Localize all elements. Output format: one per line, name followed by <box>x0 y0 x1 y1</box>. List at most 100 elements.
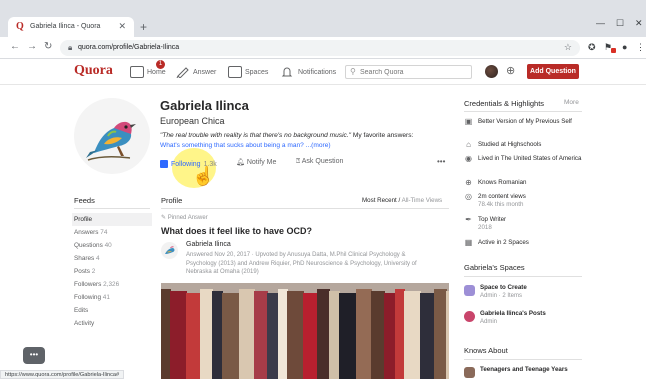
url-field[interactable]: 🔒︎ quora.com/profile/Gabriela-Ilinca ☆ <box>60 40 580 56</box>
topic-name: Teenagers and Teenage Years <box>480 366 568 373</box>
feeds-list: Profile Answers 74 Questions 40 Shares 4… <box>72 213 152 330</box>
home-icon <box>130 66 144 78</box>
sort-most-recent[interactable]: Most Recent <box>362 197 397 204</box>
ask-label: Ask Question <box>301 158 344 165</box>
space-item[interactable]: Gabriela Ilinca's Posts Admin <box>464 310 586 330</box>
content-divider <box>161 208 449 209</box>
bio-answer-link[interactable]: What's something that sucks about being … <box>160 142 304 149</box>
feed-count: 2 <box>91 268 96 275</box>
browser-tab[interactable]: Q Gabriela Ilinca - Quora ✕ <box>8 17 134 37</box>
close-window-icon[interactable]: ✕ <box>635 18 643 29</box>
garment-shape <box>317 289 330 379</box>
follow-icon <box>160 160 168 168</box>
garment-shape <box>303 293 318 379</box>
chat-dots-button[interactable]: ••• <box>23 347 45 364</box>
garment-shape <box>339 293 357 379</box>
feed-item-following[interactable]: Following 41 <box>72 291 152 304</box>
credential-education: ⌂ Studied at Highschools <box>464 141 586 149</box>
feed-count: 40 <box>104 242 112 249</box>
forward-icon[interactable]: → <box>27 41 37 52</box>
feed-item-shares[interactable]: Shares 4 <box>72 252 152 265</box>
answer-image[interactable] <box>161 283 449 379</box>
credential-employment: ▣ Better Version of My Previous Self <box>464 118 586 126</box>
garment-shape <box>356 289 372 379</box>
question-title[interactable]: What does it feel like to have OCD? <box>161 226 312 236</box>
feed-item-followers[interactable]: Followers 2,326 <box>72 278 152 291</box>
bookmark-star-icon[interactable]: ☆ <box>564 42 572 53</box>
add-question-button[interactable]: Add Question <box>527 64 579 79</box>
garment-shape <box>170 291 187 379</box>
extension-icon[interactable]: ✪ <box>588 42 596 53</box>
topic-item[interactable]: Teenagers and Teenage Years <box>464 366 586 379</box>
credential-text: Studied at Highschools <box>478 141 542 148</box>
spaces-icon <box>228 66 242 78</box>
new-tab-icon[interactable]: + <box>140 20 147 34</box>
nav-notifications-label: Notifications <box>298 68 337 76</box>
reload-icon[interactable]: ↻ <box>44 41 52 52</box>
account-icon[interactable]: ● <box>622 42 627 52</box>
space-subtext: Admin <box>480 319 498 325</box>
feed-item-answers[interactable]: Answers 74 <box>72 226 152 239</box>
feed-count: 4 <box>96 255 100 262</box>
feed-item-activity[interactable]: Activity <box>72 317 152 330</box>
credentials-more-link[interactable]: More <box>564 99 579 106</box>
globe-icon: ⊕ <box>465 178 472 187</box>
credentials-divider <box>464 111 582 112</box>
search-box[interactable]: ⚲ <box>345 65 472 79</box>
tab-title: Gabriela Ilinca - Quora <box>30 23 101 30</box>
answer-author-name[interactable]: Gabriela Ilinca <box>186 241 231 248</box>
bell-icon: 🔔︎ <box>236 159 247 166</box>
credential-location: ◉ Lived in The United States of America <box>464 155 586 163</box>
garment-shape <box>371 291 385 379</box>
nav-answer[interactable]: Answer <box>176 65 216 79</box>
feed-label: Profile <box>74 216 93 223</box>
feed-item-questions[interactable]: Questions 40 <box>72 239 152 252</box>
quora-logo[interactable]: Quora <box>74 63 113 79</box>
tab-close-icon[interactable]: ✕ <box>118 21 126 32</box>
credential-text: Knows Romanian <box>478 179 527 186</box>
spaces-divider <box>464 276 582 277</box>
answer-author-avatar[interactable] <box>161 242 178 259</box>
garment-shape <box>434 289 447 379</box>
feed-item-posts[interactable]: Posts 2 <box>72 265 152 278</box>
bio-text: My favorite answers: <box>351 132 414 139</box>
feed-item-edits[interactable]: Edits <box>72 304 152 317</box>
user-avatar[interactable] <box>485 65 498 78</box>
address-bar: ← → ↻ 🔒︎ quora.com/profile/Gabriela-Ilin… <box>0 37 646 59</box>
graduation-cap-icon: ⌂ <box>466 140 471 149</box>
garment-shape <box>161 289 171 379</box>
profile-photo[interactable] <box>74 98 150 174</box>
menu-dots-icon[interactable]: ⋮ <box>636 42 645 53</box>
back-icon[interactable]: ← <box>10 41 20 52</box>
eye-icon: ◎ <box>465 192 472 201</box>
garment-shape <box>278 289 288 379</box>
feed-label: Following <box>74 294 101 301</box>
sort-all-time[interactable]: All-Time Views <box>402 197 443 204</box>
search-input[interactable] <box>360 67 468 77</box>
garment-shape <box>212 291 223 379</box>
garment-shape <box>254 291 268 379</box>
topic-icon <box>464 367 475 378</box>
minimize-icon[interactable]: — <box>596 18 605 28</box>
maximize-icon[interactable]: ☐ <box>616 18 624 29</box>
feed-item-profile[interactable]: Profile <box>72 213 152 226</box>
nav-notifications[interactable]: Notifications <box>281 65 336 79</box>
bio-more-link[interactable]: ...(more) <box>304 142 331 149</box>
notification-badge: 1 <box>156 60 165 69</box>
feed-label: Followers <box>74 281 102 288</box>
bird-avatar-icon <box>165 246 175 254</box>
space-name: Gabriela Ilinca's Posts <box>480 310 546 317</box>
credential-subtext: 2018 <box>478 224 492 231</box>
globe-icon[interactable]: ⊕ <box>506 64 515 77</box>
notify-me-button[interactable]: 🔔︎ Notify Me <box>236 158 276 166</box>
nav-spaces[interactable]: Spaces <box>228 65 268 79</box>
ask-question-button[interactable]: ⍰ Ask Question <box>296 158 343 166</box>
lock-icon: 🔒︎ <box>68 43 73 52</box>
garment-shape <box>239 289 255 379</box>
more-options-button[interactable]: ••• <box>437 157 445 166</box>
feeds-title: Feeds <box>74 196 95 205</box>
bell-icon <box>281 66 295 78</box>
nav-answer-label: Answer <box>193 68 217 76</box>
space-item[interactable]: Space to Create Admin · 2 Items <box>464 284 586 304</box>
garment-shape <box>384 293 396 379</box>
